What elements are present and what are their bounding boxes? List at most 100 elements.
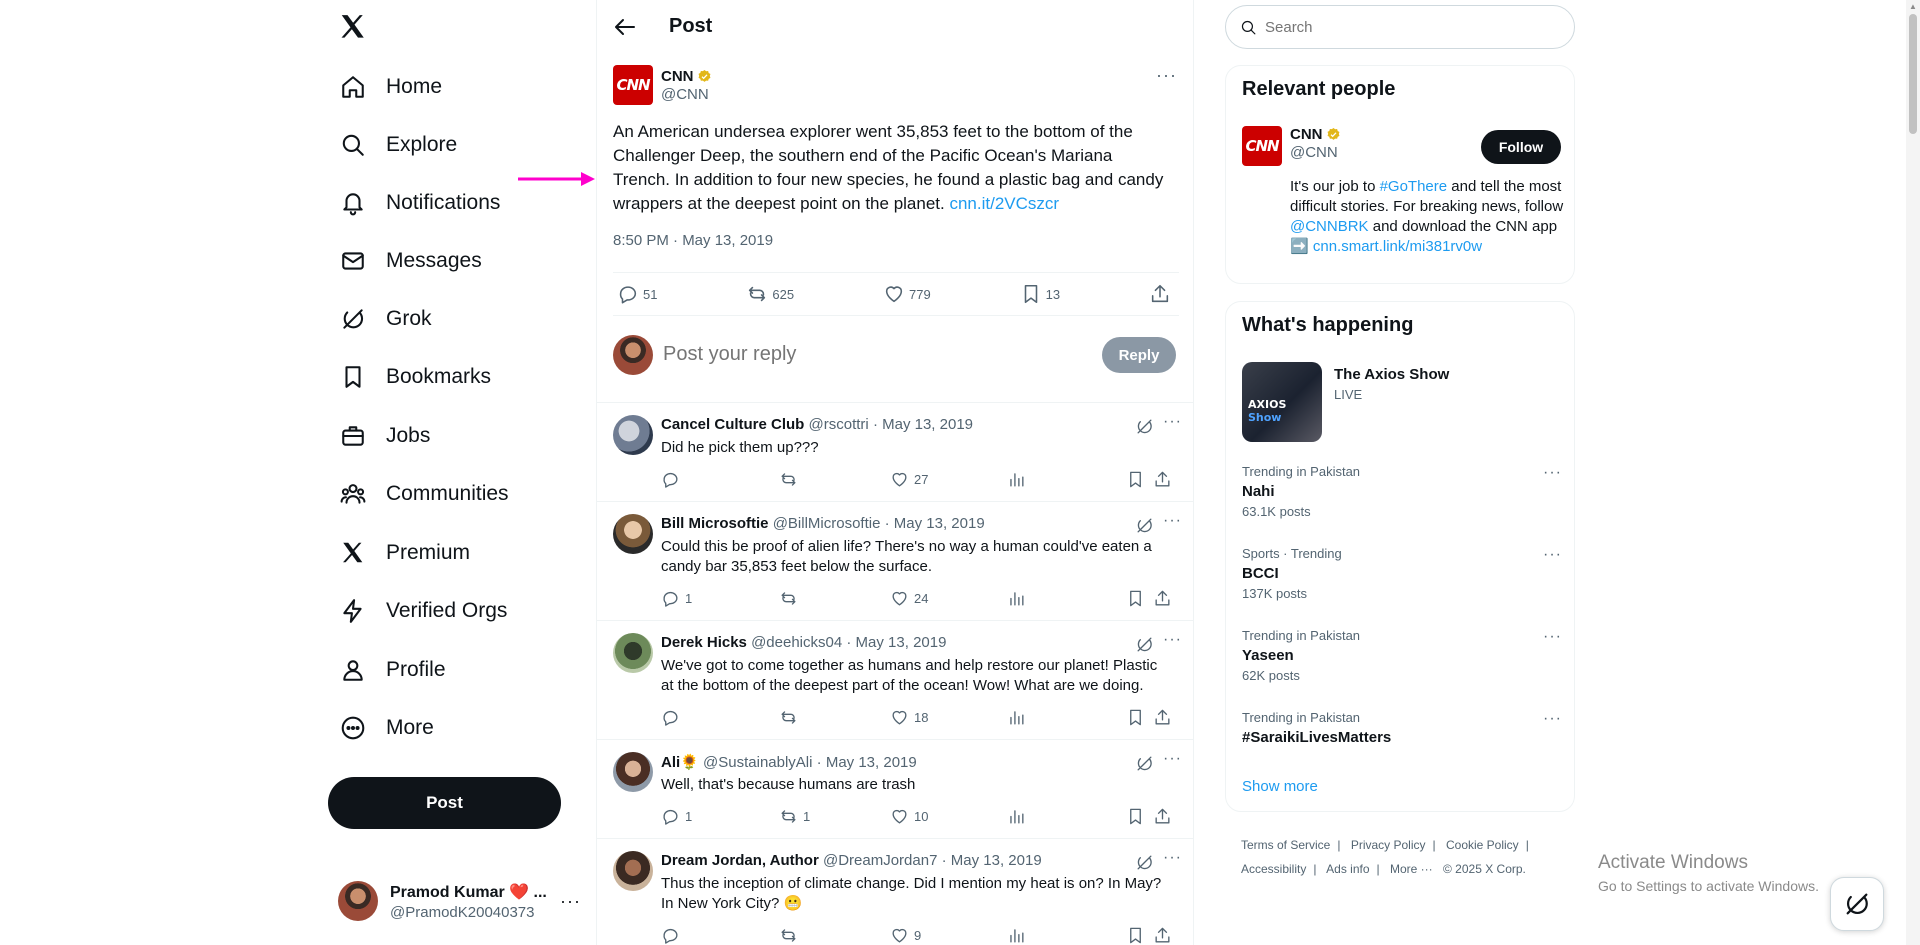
reply-input[interactable]: [663, 343, 1043, 366]
back-arrow-icon[interactable]: [613, 16, 637, 38]
more-dots-icon[interactable]: ···: [1163, 512, 1182, 530]
repost-action[interactable]: [779, 470, 803, 489]
reply-item[interactable]: Ali🌻 @SustainablyAli · May 13, 2019 ··· …: [597, 740, 1193, 839]
like-action[interactable]: 9: [890, 926, 921, 945]
bio-link[interactable]: cnn.smart.link/mi381rv0w: [1313, 238, 1482, 255]
show-more-link[interactable]: Show more: [1242, 778, 1318, 795]
reply-author-name[interactable]: Bill Microsoftie: [661, 515, 769, 532]
nav-explore[interactable]: Explore: [340, 121, 457, 169]
tweet-author[interactable]: CNN CNN @CNN: [613, 65, 712, 105]
reply-item[interactable]: Dream Jordan, Author @DreamJordan7 · May…: [597, 839, 1193, 945]
reply-author-name[interactable]: Dream Jordan, Author: [661, 852, 819, 869]
bookmark-action[interactable]: [1126, 470, 1150, 489]
reply-action[interactable]: 1: [661, 589, 692, 608]
more-dots-icon[interactable]: ···: [1543, 710, 1562, 728]
footer-more-link[interactable]: More ···: [1390, 862, 1433, 876]
more-dots-icon[interactable]: ···: [1163, 849, 1182, 867]
share-action[interactable]: [1153, 589, 1177, 608]
reply-author-handle[interactable]: @rscottri: [809, 416, 869, 433]
like-action[interactable]: 779: [883, 283, 931, 305]
nav-premium[interactable]: Premium: [340, 529, 470, 577]
more-dots-icon[interactable]: ···: [1543, 628, 1562, 646]
bookmark-action[interactable]: [1126, 589, 1150, 608]
nav-more[interactable]: More: [340, 704, 434, 752]
grok-icon[interactable]: [1135, 635, 1154, 654]
views-action[interactable]: [1007, 470, 1031, 489]
reply-author-name[interactable]: Cancel Culture Club: [661, 416, 804, 433]
nav-jobs[interactable]: Jobs: [340, 412, 430, 460]
share-action[interactable]: [1153, 708, 1177, 727]
nav-home[interactable]: Home: [340, 63, 442, 111]
nav-bookmarks[interactable]: Bookmarks: [340, 353, 491, 401]
account-switcher[interactable]: Pramod Kumar ❤️ ... @PramodK20040373 ···: [338, 876, 598, 926]
reply-action[interactable]: 51: [617, 283, 657, 305]
more-dots-icon[interactable]: ···: [1543, 546, 1562, 564]
post-button[interactable]: Post: [328, 777, 561, 829]
reply-date[interactable]: May 13, 2019: [951, 852, 1042, 869]
scrollbar[interactable]: ▲: [1906, 0, 1920, 945]
trend-item[interactable]: Trending in Pakistan Nahi 63.1K posts ··…: [1242, 464, 1562, 519]
footer-link[interactable]: Ads info: [1326, 862, 1369, 876]
reply-author-handle[interactable]: @BillMicrosoftie: [773, 515, 881, 532]
cnn-logo[interactable]: CNN: [1242, 126, 1282, 166]
reply-author-name[interactable]: Derek Hicks: [661, 634, 747, 651]
like-action[interactable]: 10: [890, 807, 928, 826]
more-dots-icon[interactable]: ···: [560, 891, 581, 912]
trend-item[interactable]: Trending in Pakistan Yaseen 62K posts ··…: [1242, 628, 1562, 683]
reply-item[interactable]: Cancel Culture Club @rscottri · May 13, …: [597, 403, 1193, 502]
like-action[interactable]: 27: [890, 470, 928, 489]
bookmark-action[interactable]: 13: [1020, 283, 1060, 305]
bookmark-action[interactable]: [1126, 708, 1150, 727]
repost-action[interactable]: [779, 926, 803, 945]
reply-button[interactable]: Reply: [1102, 337, 1176, 373]
grok-icon[interactable]: [1135, 516, 1154, 535]
views-action[interactable]: [1007, 807, 1031, 826]
reply-author-name[interactable]: Ali🌻: [661, 754, 699, 771]
reply-item[interactable]: Derek Hicks @deehicks04 · May 13, 2019 ·…: [597, 621, 1193, 740]
tweet-timestamp[interactable]: 8:50 PM · May 13, 2019: [613, 232, 773, 249]
reply-date[interactable]: May 13, 2019: [856, 634, 947, 651]
nav-notifications[interactable]: Notifications: [340, 179, 500, 227]
share-action[interactable]: [1153, 470, 1177, 489]
featured-thumbnail[interactable]: AXIOS Show: [1242, 362, 1322, 442]
reply-action[interactable]: 1: [661, 807, 692, 826]
views-action[interactable]: [1007, 589, 1031, 608]
reply-author-handle[interactable]: @SustainablyAli: [703, 754, 812, 771]
more-dots-icon[interactable]: ···: [1163, 750, 1182, 768]
share-action[interactable]: [1149, 283, 1175, 305]
footer-link[interactable]: Accessibility: [1241, 862, 1306, 876]
footer-link[interactable]: Cookie Policy: [1446, 838, 1519, 852]
reply-action[interactable]: [661, 470, 685, 489]
more-dots-icon[interactable]: ···: [1156, 65, 1177, 86]
featured-title[interactable]: The Axios Show: [1334, 366, 1449, 383]
repost-action[interactable]: 1: [779, 807, 810, 826]
trend-item[interactable]: Trending in Pakistan #SaraikiLivesMatter…: [1242, 710, 1562, 750]
more-dots-icon[interactable]: ···: [1163, 631, 1182, 649]
like-action[interactable]: 18: [890, 708, 928, 727]
nav-messages[interactable]: Messages: [340, 237, 482, 285]
like-action[interactable]: 24: [890, 589, 928, 608]
reply-date[interactable]: May 13, 2019: [894, 515, 985, 532]
reply-action[interactable]: [661, 708, 685, 727]
more-dots-icon[interactable]: ···: [1163, 413, 1182, 431]
grok-icon[interactable]: [1135, 417, 1154, 436]
reply-action[interactable]: [661, 926, 685, 945]
share-action[interactable]: [1153, 807, 1177, 826]
search-box[interactable]: [1225, 5, 1575, 49]
reply-item[interactable]: Bill Microsoftie @BillMicrosoftie · May …: [597, 502, 1193, 621]
scrollbar-thumb[interactable]: [1909, 14, 1917, 134]
nav-grok[interactable]: Grok: [340, 295, 432, 343]
views-action[interactable]: [1007, 708, 1031, 727]
x-logo-icon[interactable]: [338, 12, 368, 42]
views-action[interactable]: [1007, 926, 1031, 945]
nav-communities[interactable]: Communities: [340, 470, 509, 518]
share-action[interactable]: [1153, 926, 1177, 945]
follow-button[interactable]: Follow: [1481, 130, 1561, 164]
footer-link[interactable]: Privacy Policy: [1351, 838, 1426, 852]
more-dots-icon[interactable]: ···: [1543, 464, 1562, 482]
trend-item[interactable]: Sports · Trending BCCI 137K posts ···: [1242, 546, 1562, 601]
bookmark-action[interactable]: [1126, 926, 1150, 945]
bio-hashtag[interactable]: #GoThere: [1380, 178, 1448, 195]
grok-icon[interactable]: [1135, 754, 1154, 773]
reply-author-handle[interactable]: @DreamJordan7: [823, 852, 937, 869]
